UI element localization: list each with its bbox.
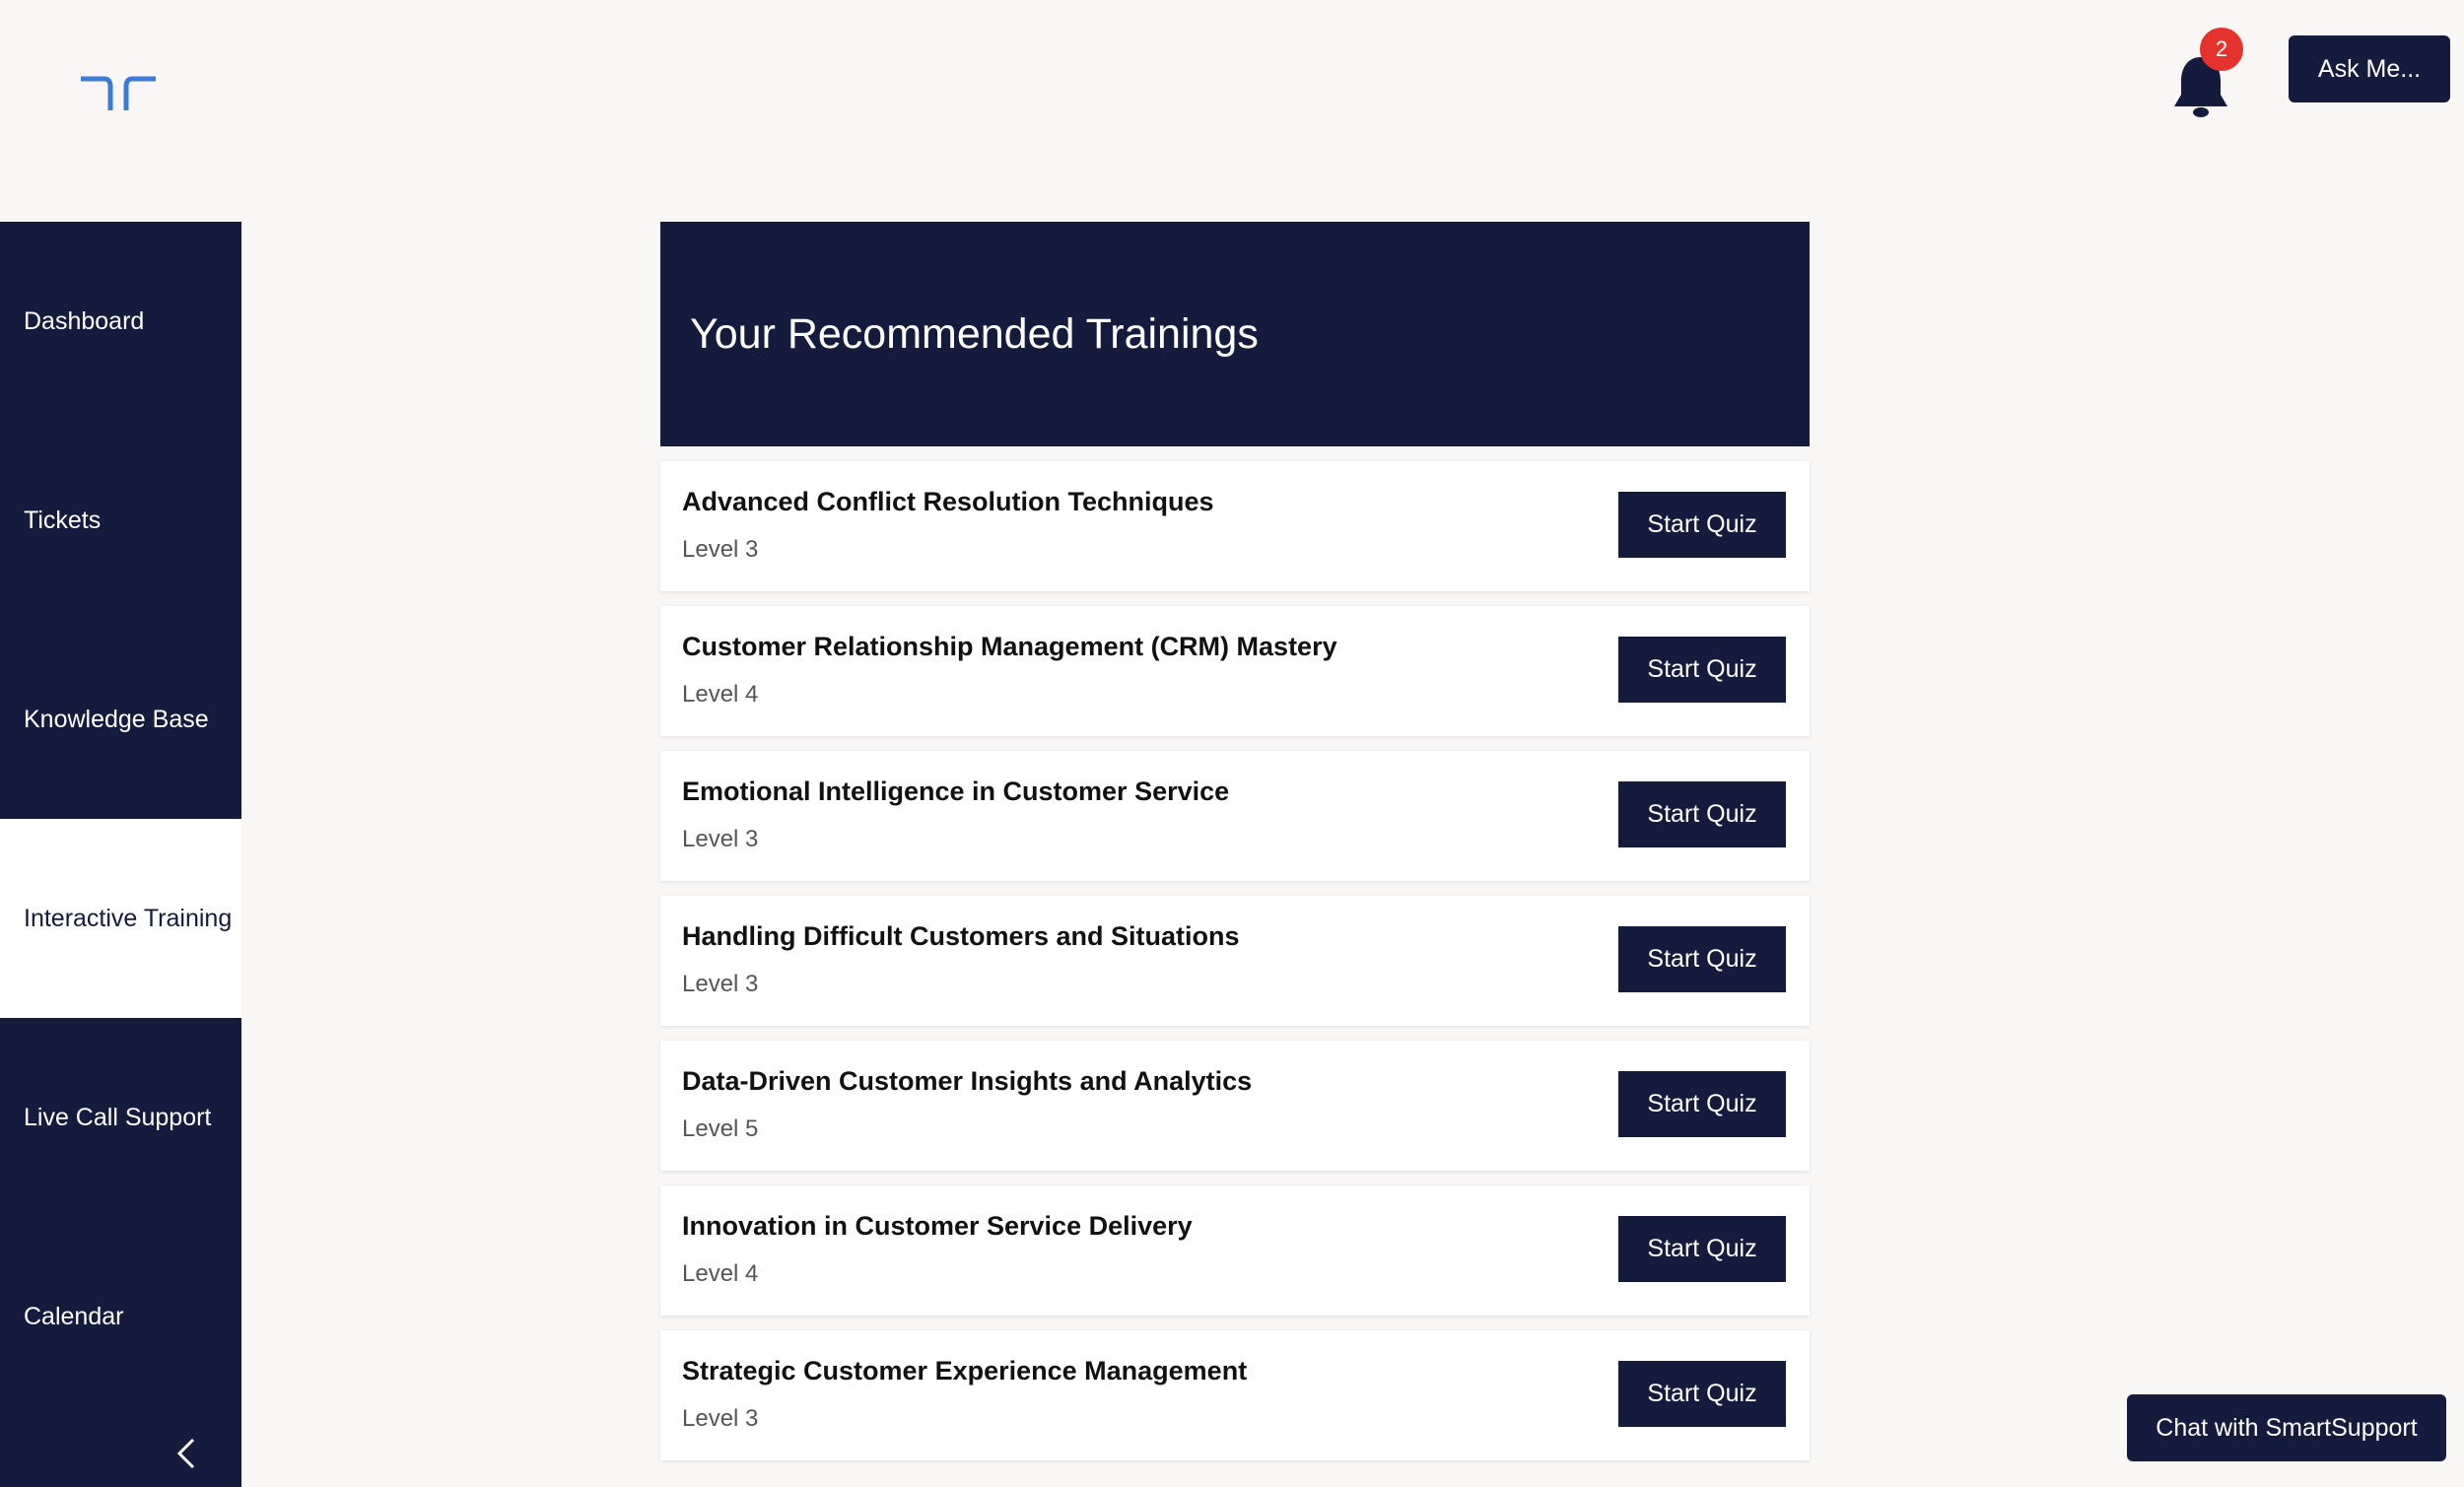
start-quiz-button[interactable]: Start Quiz [1618, 1216, 1786, 1282]
training-title: Advanced Conflict Resolution Techniques [682, 487, 1214, 516]
start-quiz-button[interactable]: Start Quiz [1618, 492, 1786, 558]
training-card: Handling Difficult Customers and Situati… [660, 896, 1810, 1026]
training-title: Innovation in Customer Service Delivery [682, 1211, 1193, 1241]
training-title: Data-Driven Customer Insights and Analyt… [682, 1066, 1253, 1096]
page-title: Your Recommended Trainings [660, 222, 1810, 446]
sidebar-item-calendar[interactable]: Calendar [0, 1217, 241, 1416]
training-title: Emotional Intelligence in Customer Servi… [682, 777, 1230, 806]
training-level: Level 4 [682, 681, 759, 708]
start-quiz-button[interactable]: Start Quiz [1618, 637, 1786, 703]
sidebar: Dashboard Tickets Knowledge Base Interac… [0, 222, 241, 1487]
training-level: Level 5 [682, 1115, 759, 1142]
training-level: Level 3 [682, 1405, 759, 1432]
sidebar-item-knowledge-base[interactable]: Knowledge Base [0, 620, 241, 819]
training-title: Handling Difficult Customers and Situati… [682, 921, 1240, 951]
training-level: Level 3 [682, 971, 759, 997]
start-quiz-button[interactable]: Start Quiz [1618, 1361, 1786, 1427]
start-quiz-button[interactable]: Start Quiz [1618, 781, 1786, 847]
start-quiz-button[interactable]: Start Quiz [1618, 1071, 1786, 1137]
training-title: Customer Relationship Management (CRM) M… [682, 632, 1337, 661]
training-level: Level 3 [682, 826, 759, 852]
ask-me-button[interactable]: Ask Me... [2289, 35, 2450, 102]
training-card: Customer Relationship Management (CRM) M… [660, 606, 1810, 736]
chevron-left-icon[interactable] [170, 1436, 205, 1471]
training-card: Strategic Customer Experience Management… [660, 1330, 1810, 1460]
sidebar-item-live-call-support[interactable]: Live Call Support [0, 1018, 241, 1217]
brand-logo-icon[interactable] [79, 75, 158, 114]
training-card: Emotional Intelligence in Customer Servi… [660, 751, 1810, 881]
sidebar-item-dashboard[interactable]: Dashboard [0, 222, 241, 421]
training-level: Level 3 [682, 536, 759, 563]
training-card: Innovation in Customer Service Delivery … [660, 1185, 1810, 1316]
sidebar-item-interactive-training[interactable]: Interactive Training [0, 819, 241, 1018]
notification-badge: 2 [2200, 28, 2243, 71]
sidebar-item-tickets[interactable]: Tickets [0, 421, 241, 620]
start-quiz-button[interactable]: Start Quiz [1618, 926, 1786, 992]
chat-smartsupport-button[interactable]: Chat with SmartSupport [2127, 1394, 2446, 1461]
training-title: Strategic Customer Experience Management [682, 1356, 1248, 1386]
training-card: Data-Driven Customer Insights and Analyt… [660, 1041, 1810, 1171]
training-card: Advanced Conflict Resolution Techniques … [660, 461, 1810, 591]
training-level: Level 4 [682, 1260, 759, 1287]
